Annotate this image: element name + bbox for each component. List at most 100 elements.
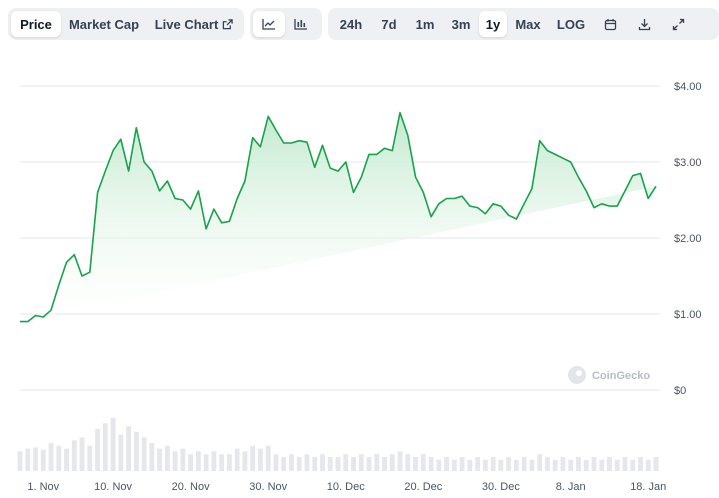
y-tick-label: $0 [674, 385, 686, 397]
volume-bar [157, 448, 163, 471]
volume-bar [71, 440, 77, 471]
volume-bar [545, 457, 550, 471]
volume-bar [180, 448, 186, 471]
volume-bar [405, 454, 411, 471]
volume-bar [374, 454, 380, 471]
volume-bar [397, 451, 403, 471]
range-group: 24h 7d 1m 3m 1y Max LOG [328, 8, 719, 40]
coingecko-watermark: CoinGecko [568, 366, 650, 384]
volume-bar [382, 457, 387, 471]
volume-bar [95, 429, 100, 471]
volume-bar [482, 459, 488, 471]
chart-toolbar: Price Market Cap Live Chart 24h 7d 1m 3m… [8, 8, 719, 40]
tab-price[interactable]: Price [11, 11, 61, 37]
log-scale-toggle[interactable]: LOG [549, 11, 593, 37]
candlestick-icon[interactable] [285, 11, 317, 37]
expand-icon[interactable] [661, 11, 695, 37]
range-max[interactable]: Max [507, 11, 549, 37]
volume-bar [653, 457, 659, 471]
price-area-fill [20, 112, 656, 322]
volume-bar [428, 457, 434, 471]
live-chart-label: Live Chart [154, 16, 219, 32]
chart-canvas: $0 $1.00 $2.00 $3.00 $4.00 1. Nov 10. Nov 20. … [17, 81, 702, 493]
volume-bar [281, 457, 287, 471]
range-24h[interactable]: 24h [331, 11, 371, 37]
volume-bar [250, 445, 256, 471]
volume-bar [513, 459, 519, 471]
volume-bar [25, 448, 31, 471]
volume-bar [389, 454, 395, 471]
volume-bar [304, 454, 310, 471]
volume-bar [413, 457, 418, 471]
volume-bar [498, 459, 504, 471]
volume-bar [420, 454, 426, 471]
volume-bar [265, 445, 271, 471]
volume-bar [614, 459, 620, 471]
volume-bar [227, 454, 232, 471]
volume-bar [451, 459, 457, 471]
volume-bar [312, 457, 318, 471]
x-tick-label: 10. Dec [327, 481, 365, 493]
volume-bar [343, 454, 349, 471]
volume-bar [358, 454, 364, 471]
volume-bar [33, 447, 38, 471]
volume-bar [645, 459, 651, 471]
volume-bar [444, 457, 449, 471]
volume-bar [141, 437, 147, 471]
x-tick-label: 20. Dec [404, 481, 442, 493]
volume-bar [17, 451, 23, 471]
volume-bar [87, 445, 93, 471]
y-tick-label: $1.00 [674, 309, 702, 321]
x-tick-label: 30. Nov [249, 481, 287, 493]
volume-bar [537, 454, 543, 471]
volume-bar [459, 457, 465, 471]
y-tick-label: $4.00 [674, 81, 702, 93]
price-chart[interactable]: $0 $1.00 $2.00 $3.00 $4.00 1. Nov 10. Nov 20. … [0, 48, 719, 498]
volume-bar [568, 459, 574, 471]
volume-bar [607, 457, 612, 471]
tab-market-cap[interactable]: Market Cap [61, 11, 147, 37]
range-1m[interactable]: 1m [407, 11, 443, 37]
volume-bar [64, 448, 69, 471]
volume-bar [475, 457, 481, 471]
chart-style-group [250, 8, 322, 40]
volume-bar [48, 443, 54, 471]
volume-bar [126, 426, 131, 471]
volume-bar [436, 459, 442, 471]
calendar-icon[interactable] [593, 11, 627, 37]
volume-bar [133, 431, 139, 471]
external-link-icon [222, 18, 234, 30]
volume-bar [203, 454, 209, 471]
volume-bar [258, 448, 263, 471]
volume-bar [560, 457, 566, 471]
volume-bar [195, 451, 201, 471]
range-1y[interactable]: 1y [479, 11, 507, 37]
volume-bar [40, 449, 46, 471]
y-tick-label: $3.00 [674, 157, 702, 169]
download-icon[interactable] [627, 11, 661, 37]
volume-bar [164, 445, 170, 471]
tab-live-chart[interactable]: Live Chart [147, 11, 241, 37]
volume-bar [118, 434, 124, 471]
volume-bar [351, 457, 356, 471]
volume-bar [273, 454, 279, 471]
range-7d[interactable]: 7d [371, 11, 407, 37]
volume-bar [583, 459, 589, 471]
volume-bar [529, 459, 535, 471]
x-tick-label: 10. Nov [94, 481, 132, 493]
view-tab-group: Price Market Cap Live Chart [8, 8, 244, 40]
volume-bar [188, 454, 194, 471]
volume-bar [591, 457, 597, 471]
volume-bar [576, 457, 581, 471]
volume-bar [599, 459, 605, 471]
volume-bar [56, 445, 62, 471]
range-3m[interactable]: 3m [443, 11, 479, 37]
coingecko-logo-eye [576, 370, 582, 376]
volume-bar [638, 457, 643, 471]
line-chart-icon[interactable] [253, 11, 285, 37]
volume-bar [102, 423, 108, 471]
volume-bar [521, 457, 527, 471]
volume-bar [149, 443, 155, 471]
volume-bar [335, 457, 341, 471]
volume-bar [366, 457, 372, 471]
